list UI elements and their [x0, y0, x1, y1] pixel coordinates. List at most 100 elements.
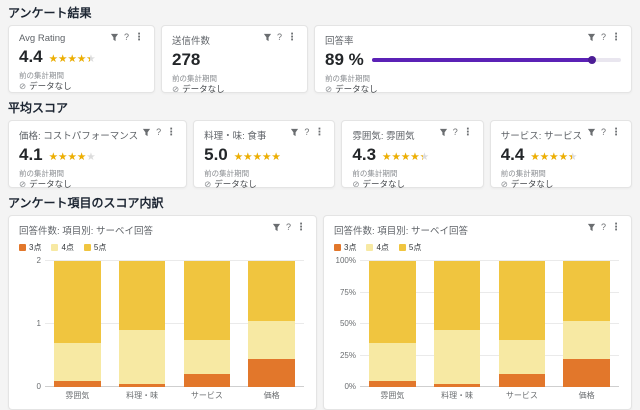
legend-label: 5点 [94, 242, 106, 253]
bar-segment[interactable] [499, 374, 546, 387]
bar-segment[interactable] [499, 340, 546, 375]
kebab-menu-icon[interactable]: ⋮ [611, 223, 621, 232]
kebab-menu-icon[interactable]: ⋮ [134, 33, 144, 42]
bar-segment[interactable] [184, 374, 231, 387]
kpi-value: 5.0 [204, 146, 228, 164]
help-icon[interactable]: ? [601, 223, 606, 232]
bar-segment[interactable] [54, 261, 101, 343]
filter-icon[interactable] [272, 223, 281, 232]
card-actions: ? ⋮ [110, 33, 144, 42]
legend-item[interactable]: 3点 [19, 242, 41, 253]
section-title-breakdown: アンケート項目のスコア内訳 [8, 196, 632, 210]
bar-segment[interactable] [563, 261, 610, 321]
legend-item[interactable]: 5点 [399, 242, 421, 253]
bar-segment[interactable] [248, 261, 295, 321]
legend-item[interactable]: 4点 [51, 242, 73, 253]
stacked-bar[interactable] [434, 261, 481, 387]
section-title-survey-results: アンケート結果 [8, 6, 632, 20]
stacked-bar[interactable] [369, 261, 416, 387]
stacked-bar[interactable] [54, 261, 101, 387]
bar-segment[interactable] [369, 381, 416, 387]
bar-segment[interactable] [184, 261, 231, 340]
bar-segment[interactable] [54, 343, 101, 381]
stacked-bar[interactable] [563, 261, 610, 387]
star-rating: ★★★★★★★★★★ [49, 152, 96, 163]
no-data-label: データなし [29, 81, 72, 91]
filter-icon[interactable] [587, 33, 596, 42]
help-icon[interactable]: ? [453, 128, 458, 137]
help-icon[interactable]: ? [124, 33, 129, 42]
bar-segment[interactable] [119, 261, 166, 330]
filter-icon[interactable] [439, 128, 448, 137]
prev-period-label: 前の集計期間 [19, 169, 176, 178]
kebab-menu-icon[interactable]: ⋮ [296, 223, 306, 232]
no-data-icon: ⊘ [501, 179, 508, 189]
card-actions: ? ⋮ [272, 223, 306, 232]
prev-period-label: 前の集計期間 [325, 74, 621, 83]
chart-legend: 3点 4点 5点 [334, 242, 621, 253]
filter-icon[interactable] [110, 33, 119, 42]
card-title: Avg Rating [19, 33, 106, 44]
bar-segment[interactable] [119, 330, 166, 384]
card-actions: ? ⋮ [142, 128, 176, 137]
card-title: サービス: サービス [501, 128, 583, 142]
card-title: 送信件数 [172, 33, 259, 47]
stacked-bar[interactable] [499, 261, 546, 387]
progress-fill [372, 58, 594, 62]
legend-swatch [366, 244, 373, 251]
bar-segment[interactable] [369, 343, 416, 381]
bar-segment[interactable] [184, 340, 231, 375]
prev-period-label: 前の集計期間 [352, 169, 472, 178]
filter-icon[interactable] [587, 223, 596, 232]
bar-segment[interactable] [563, 321, 610, 359]
prev-period-label: 前の集計期間 [204, 169, 324, 178]
kebab-menu-icon[interactable]: ⋮ [314, 128, 324, 137]
kebab-menu-icon[interactable]: ⋮ [166, 128, 176, 137]
stacked-bar[interactable] [184, 261, 231, 387]
no-data-icon: ⊘ [172, 84, 179, 94]
bar-segment[interactable] [563, 359, 610, 387]
card-actions: ? ⋮ [587, 128, 621, 137]
y-axis-tick: 25% [334, 352, 356, 360]
help-icon[interactable]: ? [304, 128, 309, 137]
card-actions: ? ⋮ [263, 33, 297, 42]
x-axis-label: 雰囲気 [360, 390, 425, 401]
bar-segment[interactable] [119, 384, 166, 387]
kebab-menu-icon[interactable]: ⋮ [611, 128, 621, 137]
kebab-menu-icon[interactable]: ⋮ [463, 128, 473, 137]
x-axis-label: サービス [490, 390, 555, 401]
legend-item[interactable]: 4点 [366, 242, 388, 253]
help-icon[interactable]: ? [277, 33, 282, 42]
card-title: 回答件数: 項目別: サーベイ回答 [19, 223, 268, 237]
help-icon[interactable]: ? [286, 223, 291, 232]
help-icon[interactable]: ? [601, 33, 606, 42]
help-icon[interactable]: ? [601, 128, 606, 137]
x-axis-label: 価格 [239, 390, 304, 401]
kebab-menu-icon[interactable]: ⋮ [611, 33, 621, 42]
legend-item[interactable]: 3点 [334, 242, 356, 253]
chart-row: 回答件数: 項目別: サーベイ回答 ? ⋮ 3点4点5点 012雰囲気料理・味サ… [8, 215, 632, 410]
bar-segment[interactable] [434, 261, 481, 330]
kpi-value: 4.4 [19, 48, 43, 66]
filter-icon[interactable] [142, 128, 151, 137]
no-data: ⊘ データなし [352, 179, 472, 189]
filter-icon[interactable] [263, 33, 272, 42]
filter-icon[interactable] [587, 128, 596, 137]
bar-segment[interactable] [248, 321, 295, 359]
bar-segment[interactable] [54, 381, 101, 387]
legend-item[interactable]: 5点 [84, 242, 106, 253]
stacked-bar[interactable] [248, 261, 295, 387]
stacked-bar[interactable] [119, 261, 166, 387]
y-axis-tick: 0% [334, 383, 356, 391]
no-data: ⊘ データなし [325, 84, 621, 94]
help-icon[interactable]: ? [156, 128, 161, 137]
x-axis-label: 料理・味 [425, 390, 490, 401]
bar-segment[interactable] [369, 261, 416, 343]
bar-segment[interactable] [434, 384, 481, 387]
bar-segment[interactable] [248, 359, 295, 387]
bar-segment[interactable] [499, 261, 546, 340]
bar-segment[interactable] [434, 330, 481, 384]
x-axis-label: 価格 [554, 390, 619, 401]
filter-icon[interactable] [290, 128, 299, 137]
kebab-menu-icon[interactable]: ⋮ [287, 33, 297, 42]
